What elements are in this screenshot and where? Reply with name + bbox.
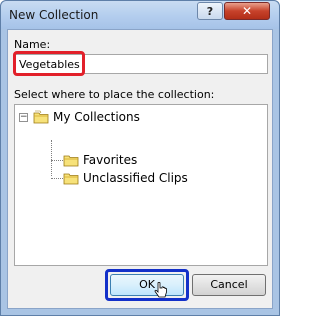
tree-node-my-collections[interactable]: − My Collections bbox=[19, 109, 140, 125]
folder-icon bbox=[63, 173, 79, 185]
name-input[interactable] bbox=[15, 55, 263, 73]
ok-button[interactable]: OK bbox=[110, 274, 184, 296]
tree-connector bbox=[51, 160, 63, 161]
tree-connector bbox=[51, 140, 52, 176]
tree-connector bbox=[51, 178, 63, 179]
location-label: Select where to place the collection: bbox=[14, 88, 215, 101]
close-button[interactable]: ✕ bbox=[224, 2, 270, 20]
tree-node-label: Unclassified Clips bbox=[83, 171, 188, 185]
window-title: New Collection bbox=[9, 8, 99, 22]
folder-icon bbox=[63, 155, 79, 167]
title-bar[interactable]: New Collection ? ✕ bbox=[1, 1, 279, 29]
mouse-cursor-icon bbox=[154, 282, 167, 298]
name-field-box[interactable] bbox=[14, 54, 268, 74]
cancel-button[interactable]: Cancel bbox=[192, 274, 266, 296]
dialog-window: New Collection ? ✕ Name: Select where to… bbox=[0, 0, 280, 316]
tree-node-label: My Collections bbox=[53, 110, 140, 124]
help-button[interactable]: ? bbox=[197, 2, 223, 20]
collapse-icon[interactable]: − bbox=[19, 112, 28, 122]
name-label: Name: bbox=[14, 38, 51, 51]
tree-node-label: Favorites bbox=[83, 153, 138, 167]
folder-icon bbox=[33, 110, 49, 124]
tree-node-favorites[interactable]: Favorites bbox=[63, 152, 137, 168]
collection-tree[interactable]: − My Collections Favorites Unclassified … bbox=[14, 104, 268, 266]
dialog-body: Name: Select where to place the collecti… bbox=[7, 29, 273, 309]
tree-node-unclassified-clips[interactable]: Unclassified Clips bbox=[63, 170, 188, 186]
